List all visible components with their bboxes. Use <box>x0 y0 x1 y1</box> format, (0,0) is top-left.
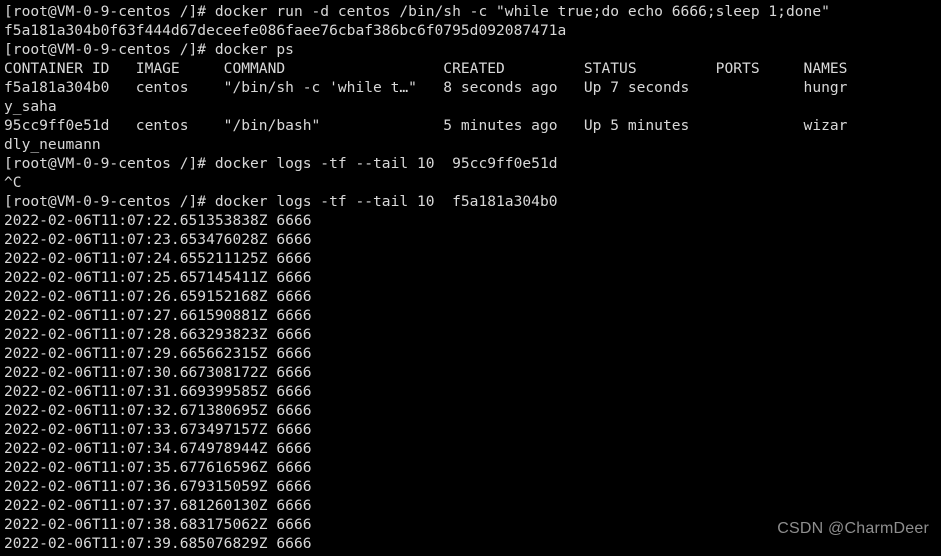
terminal-line: 2022-02-06T11:07:33.673497157Z 6666 <box>4 421 312 438</box>
terminal-line: 2022-02-06T11:07:34.674978944Z 6666 <box>4 440 312 457</box>
terminal-line: 2022-02-06T11:07:27.661590881Z 6666 <box>4 307 312 324</box>
terminal-line: 2022-02-06T11:07:39.685076829Z 6666 <box>4 535 312 552</box>
terminal-line: [root@VM-0-9-centos /]# docker logs -tf … <box>4 155 558 172</box>
terminal-line: CONTAINER ID IMAGE COMMAND CREATED STATU… <box>4 60 848 77</box>
terminal-line: f5a181a304b0f63f444d67deceefe086faee76cb… <box>4 22 567 39</box>
terminal-line: 2022-02-06T11:07:23.653476028Z 6666 <box>4 231 312 248</box>
terminal-line: dly_neumann <box>4 136 101 153</box>
terminal-line: 95cc9ff0e51d centos "/bin/bash" 5 minute… <box>4 117 848 134</box>
terminal-line: 2022-02-06T11:07:29.665662315Z 6666 <box>4 345 312 362</box>
terminal-output-buffer[interactable]: [root@VM-0-9-centos /]# docker run -d ce… <box>4 2 941 553</box>
terminal-line: 2022-02-06T11:07:32.671380695Z 6666 <box>4 402 312 419</box>
terminal-line: 2022-02-06T11:07:26.659152168Z 6666 <box>4 288 312 305</box>
terminal-line: ^C <box>4 174 22 191</box>
terminal-line: 2022-02-06T11:07:28.663293823Z 6666 <box>4 326 312 343</box>
terminal-line: 2022-02-06T11:07:24.655211125Z 6666 <box>4 250 312 267</box>
terminal-line: 2022-02-06T11:07:36.679315059Z 6666 <box>4 478 312 495</box>
terminal-line: y_saha <box>4 98 57 115</box>
terminal-line: 2022-02-06T11:07:38.683175062Z 6666 <box>4 516 312 533</box>
terminal-line: 2022-02-06T11:07:37.681260130Z 6666 <box>4 497 312 514</box>
terminal-line: 2022-02-06T11:07:22.651353838Z 6666 <box>4 212 312 229</box>
terminal-window[interactable]: [root@VM-0-9-centos /]# docker run -d ce… <box>0 0 941 556</box>
terminal-line: [root@VM-0-9-centos /]# docker run -d ce… <box>4 3 830 20</box>
terminal-line: 2022-02-06T11:07:25.657145411Z 6666 <box>4 269 312 286</box>
terminal-line: [root@VM-0-9-centos /]# docker logs -tf … <box>4 193 558 210</box>
terminal-line: 2022-02-06T11:07:31.669399585Z 6666 <box>4 383 312 400</box>
terminal-line: 2022-02-06T11:07:30.667308172Z 6666 <box>4 364 312 381</box>
terminal-line: [root@VM-0-9-centos /]# docker ps <box>4 41 294 58</box>
terminal-line: 2022-02-06T11:07:35.677616596Z 6666 <box>4 459 312 476</box>
terminal-line: f5a181a304b0 centos "/bin/sh -c 'while t… <box>4 79 848 96</box>
